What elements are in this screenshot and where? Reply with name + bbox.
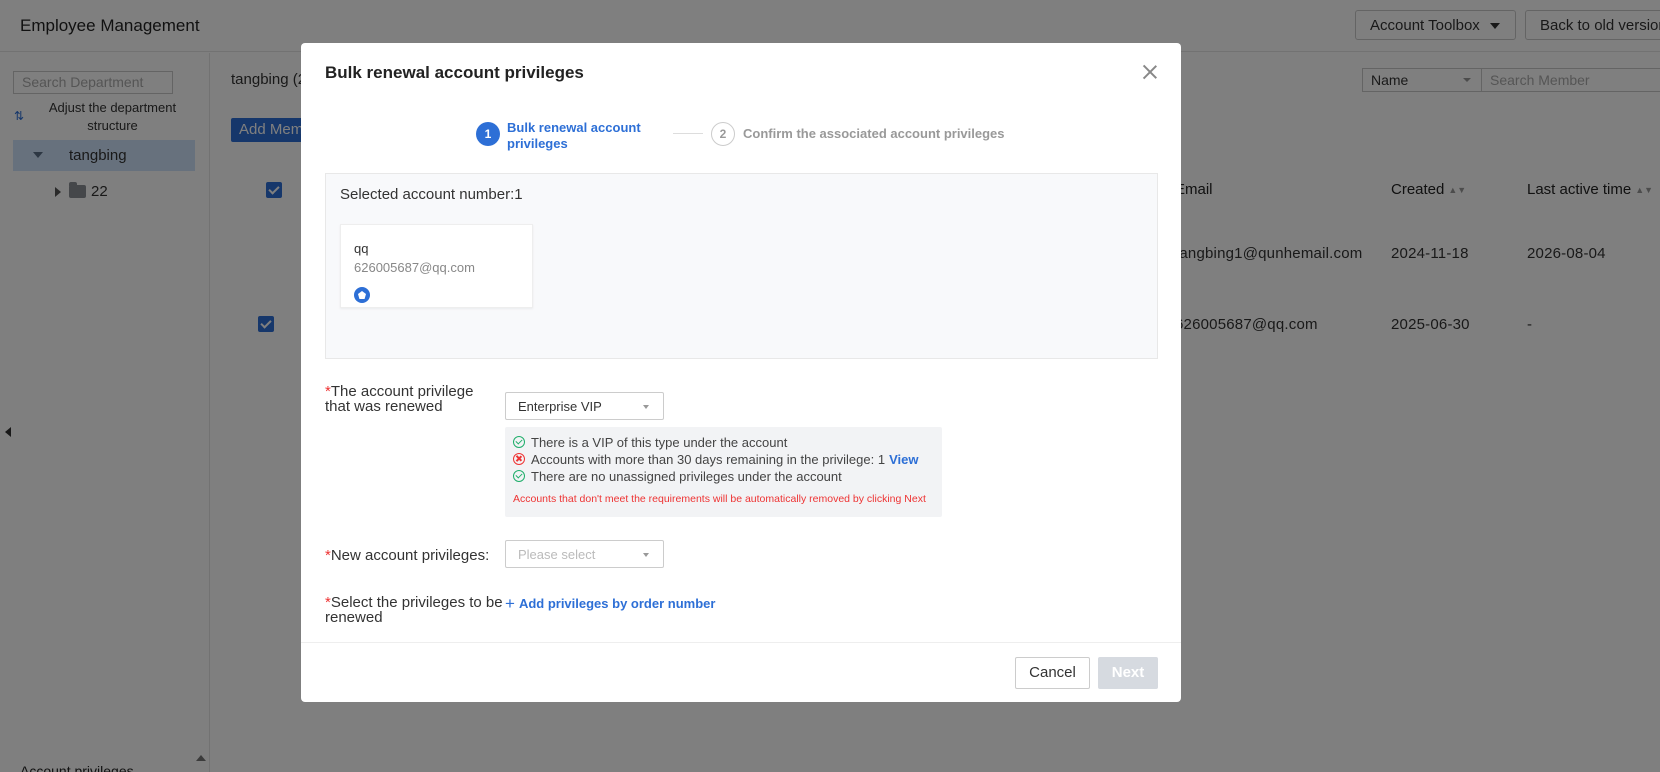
renewed-privilege-select[interactable]: Enterprise VIP <box>505 392 664 420</box>
renewed-privilege-label: *The account privilege that was renewed <box>325 384 495 414</box>
check-item-ok: There is a VIP of this type under the ac… <box>513 435 787 450</box>
new-privileges-label: *New account privileges: <box>325 548 489 563</box>
plus-icon: + <box>505 594 515 613</box>
add-privileges-label: Add privileges by order number <box>518 596 716 611</box>
account-name: qq <box>354 241 369 256</box>
check-text: There are no unassigned privileges under… <box>531 469 842 484</box>
requirements-check-panel: There is a VIP of this type under the ac… <box>505 427 942 517</box>
bulk-renewal-modal: Bulk renewal account privileges 1 Bulk r… <box>301 43 1181 702</box>
new-privileges-label-text: New account privileges: <box>330 547 490 564</box>
select-renew-label: *Select the privileges to be renewed <box>325 595 505 625</box>
caret-down-icon <box>643 553 649 557</box>
close-icon[interactable] <box>1141 63 1159 81</box>
check-item-ok: There are no unassigned privileges under… <box>513 469 842 484</box>
add-privileges-by-order-button[interactable]: + Add privileges by order number <box>505 594 715 614</box>
account-card: qq 626005687@qq.com <box>340 224 533 308</box>
error-circle-icon <box>513 453 525 465</box>
view-link[interactable]: View <box>889 452 918 467</box>
selected-account-count: Selected account number:1 <box>340 186 523 203</box>
check-text: Accounts with more than 30 days remainin… <box>531 452 886 467</box>
new-privileges-select[interactable]: Please select <box>505 540 664 568</box>
select-renew-label-text: Select the privileges to be renewed <box>325 594 503 626</box>
caret-down-icon <box>643 405 649 409</box>
check-text: There is a VIP of this type under the ac… <box>531 435 788 450</box>
step-label-1: Bulk renewal account privileges <box>507 120 641 151</box>
requirements-warning: Accounts that don't meet the requirement… <box>513 493 926 505</box>
modal-footer: Cancel Next <box>301 642 1181 702</box>
check-item-error: Accounts with more than 30 days remainin… <box>513 452 918 467</box>
next-button[interactable]: Next <box>1098 657 1158 689</box>
check-circle-icon <box>513 470 525 482</box>
vip-badge-icon <box>354 287 370 303</box>
step-number-2: 2 <box>711 122 735 146</box>
step-divider <box>673 133 703 134</box>
step-label-2: Confirm the associated account privilege… <box>743 126 1005 141</box>
check-circle-icon <box>513 436 525 448</box>
modal-title: Bulk renewal account privileges <box>325 63 584 82</box>
selected-accounts-panel: Selected account number:1 qq 626005687@q… <box>325 173 1158 359</box>
step-number-1: 1 <box>476 122 500 146</box>
cancel-button[interactable]: Cancel <box>1015 657 1090 689</box>
renewed-privilege-value: Enterprise VIP <box>518 399 602 414</box>
renewed-privilege-label-text: The account privilege that was renewed <box>325 383 474 415</box>
account-email: 626005687@qq.com <box>354 260 475 275</box>
select-placeholder: Please select <box>518 547 596 562</box>
